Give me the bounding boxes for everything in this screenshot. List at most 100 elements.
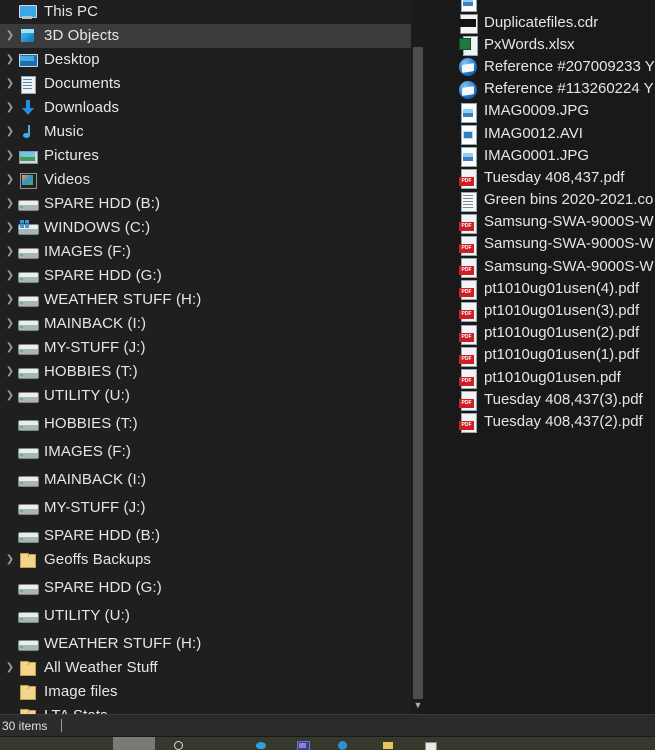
nav-item-documents[interactable]: ❯ Documents <box>0 72 411 96</box>
pdf-icon <box>459 213 477 234</box>
store-icon[interactable] <box>296 740 310 750</box>
nav-item-geoffs-backups[interactable]: ❯ Geoffs Backups <box>0 548 411 572</box>
nav-item-image-files[interactable]: ❯ Image files <box>0 680 411 704</box>
edge-icon[interactable] <box>255 740 267 750</box>
chevron-placeholder: ❯ <box>2 531 18 541</box>
file-list-row[interactable]: pt1010ug01usen(4).pdf <box>425 278 655 301</box>
nav-item-windows-c[interactable]: ❯ WINDOWS (C:) <box>0 216 411 240</box>
file-name-label: Reference #207009233 Y <box>484 57 655 75</box>
taskbar[interactable] <box>0 737 655 750</box>
documents-icon <box>18 75 38 94</box>
file-list-row[interactable]: Tuesday 408,437(2).pdf <box>425 411 655 434</box>
file-list-row[interactable]: Samsung-SWA-9000S-W <box>425 256 655 279</box>
navigation-pane[interactable]: ❯ This PC ❯ 3D Objects ❯ Desktop ❯ Documents ❯ Do… <box>0 0 411 714</box>
nav-item-downloads[interactable]: ❯ Downloads <box>0 96 411 120</box>
nav-item-label: SPARE HDD (G:) <box>44 578 162 596</box>
nav-item-spare-hdd-b[interactable]: ❯ SPARE HDD (B:) <box>0 192 411 216</box>
windows-drive-icon <box>18 219 39 237</box>
file-list-row[interactable]: Tuesday 408,437.pdf <box>425 167 655 190</box>
chevron-right-icon[interactable]: ❯ <box>2 367 18 377</box>
music-icon <box>18 123 38 141</box>
file-list-row[interactable]: Reference #113260224 Y <box>425 79 655 101</box>
pdf-icon <box>459 346 477 367</box>
nav-item-spare-hdd-b[interactable]: ❯ SPARE HDD (B:) <box>0 524 411 548</box>
chrome-icon[interactable] <box>337 740 349 750</box>
nav-item-music[interactable]: ❯ Music <box>0 120 411 144</box>
chevron-right-icon[interactable]: ❯ <box>2 391 18 401</box>
chevron-right-icon[interactable]: ❯ <box>2 555 18 565</box>
file-list-row[interactable]: IMAG0001.JPG <box>425 145 655 168</box>
file-list-pane[interactable]: Duplicatefiles.cdr PxWords.xlsx Reference … <box>425 0 655 714</box>
nav-item-all-weather-stuff[interactable]: ❯ All Weather Stuff <box>0 656 411 680</box>
file-name-label: pt1010ug01usen(3).pdf <box>484 302 640 320</box>
chevron-right-icon[interactable]: ❯ <box>2 175 18 185</box>
file-list-row[interactable]: Tuesday 408,437(3).pdf <box>425 389 655 412</box>
file-list-row[interactable]: pt1010ug01usen.pdf <box>425 367 655 389</box>
file-list-row[interactable] <box>425 0 655 12</box>
mail-icon[interactable] <box>424 740 437 750</box>
chevron-right-icon[interactable]: ❯ <box>2 79 18 89</box>
nav-item-label: IMAGES (F:) <box>44 242 131 260</box>
chevron-right-icon[interactable]: ❯ <box>2 295 18 305</box>
nav-item-my-stuff-j[interactable]: ❯ MY-STUFF (J:) <box>0 496 411 520</box>
3d-objects-icon <box>18 27 38 45</box>
file-name-label: pt1010ug01usen(1).pdf <box>484 346 640 364</box>
nav-item-weather-stuff-h[interactable]: ❯ WEATHER STUFF (H:) <box>0 288 411 312</box>
file-list-row[interactable]: pt1010ug01usen(3).pdf <box>425 300 655 323</box>
pdf-icon <box>459 258 477 279</box>
nav-item-utility-u[interactable]: ❯ UTILITY (U:) <box>0 384 411 408</box>
xlsx-icon <box>459 36 478 57</box>
chevron-right-icon[interactable]: ❯ <box>2 319 18 329</box>
file-list-row[interactable]: IMAG0009.JPG <box>425 101 655 123</box>
nav-item-this-pc[interactable]: ❯ This PC <box>0 0 411 24</box>
chevron-right-icon[interactable]: ❯ <box>2 271 18 281</box>
drive-icon <box>18 267 39 285</box>
navigation-pane-scrollbar[interactable]: ▼ <box>411 0 425 714</box>
nav-item-spare-hdd-g[interactable]: ❯ SPARE HDD (G:) <box>0 264 411 288</box>
file-list-row[interactable]: pt1010ug01usen(2).pdf <box>425 323 655 345</box>
taskbar-active-window[interactable] <box>113 737 155 750</box>
file-name-label: pt1010ug01usen(4).pdf <box>484 279 640 297</box>
nav-item-label: This PC <box>44 2 99 20</box>
nav-item-weather-stuff-h[interactable]: ❯ WEATHER STUFF (H:) <box>0 632 411 656</box>
file-list-row[interactable]: IMAG0012.AVI <box>425 123 655 145</box>
nav-item-desktop[interactable]: ❯ Desktop <box>0 48 411 72</box>
file-list-row[interactable]: Reference #207009233 Y <box>425 56 655 78</box>
chevron-right-icon[interactable]: ❯ <box>2 223 18 233</box>
folder-icon[interactable] <box>382 740 394 750</box>
chevron-right-icon[interactable]: ❯ <box>2 127 18 137</box>
chevron-right-icon[interactable]: ❯ <box>2 103 18 113</box>
nav-item-hobbies-t[interactable]: ❯ HOBBIES (T:) <box>0 412 411 436</box>
scrollbar-thumb[interactable] <box>413 47 423 699</box>
nav-item-spare-hdd-g[interactable]: ❯ SPARE HDD (G:) <box>0 576 411 600</box>
file-name-label: Samsung-SWA-9000S-W <box>484 257 654 275</box>
nav-item-label: MY-STUFF (J:) <box>44 498 146 516</box>
chevron-right-icon[interactable]: ❯ <box>2 55 18 65</box>
nav-item-mainback-i[interactable]: ❯ MAINBACK (I:) <box>0 312 411 336</box>
nav-item-lta-stats[interactable]: ❯LTA Stats <box>0 704 411 714</box>
chevron-right-icon[interactable]: ❯ <box>2 31 18 41</box>
nav-item-my-stuff-j[interactable]: ❯ MY-STUFF (J:) <box>0 336 411 360</box>
file-list-row[interactable]: Green bins 2020-2021.co <box>425 190 655 212</box>
chevron-right-icon[interactable]: ❯ <box>2 151 18 161</box>
chevron-right-icon[interactable]: ❯ <box>2 247 18 257</box>
nav-item-hobbies-t[interactable]: ❯ HOBBIES (T:) <box>0 360 411 384</box>
file-list-row[interactable]: Samsung-SWA-9000S-W <box>425 212 655 234</box>
nav-item-videos[interactable]: ❯ Videos <box>0 168 411 192</box>
chevron-right-icon[interactable]: ❯ <box>2 343 18 353</box>
pdf-icon <box>459 391 477 412</box>
search-icon[interactable] <box>172 740 184 750</box>
file-list-row[interactable]: Duplicatefiles.cdr <box>425 12 655 34</box>
chevron-right-icon[interactable]: ❯ <box>2 663 18 673</box>
nav-item-mainback-i[interactable]: ❯ MAINBACK (I:) <box>0 468 411 492</box>
nav-item-images-f[interactable]: ❯ IMAGES (F:) <box>0 240 411 264</box>
nav-item-utility-u[interactable]: ❯ UTILITY (U:) <box>0 604 411 628</box>
nav-item-images-f[interactable]: ❯ IMAGES (F:) <box>0 440 411 464</box>
chevron-right-icon[interactable]: ❯ <box>2 199 18 209</box>
nav-item-pictures[interactable]: ❯ Pictures <box>0 144 411 168</box>
scroll-down-arrow-icon[interactable]: ▼ <box>411 698 425 712</box>
file-list-row[interactable]: Samsung-SWA-9000S-W <box>425 234 655 256</box>
nav-item-3d-objects[interactable]: ❯ 3D Objects <box>0 24 411 48</box>
file-list-row[interactable]: pt1010ug01usen(1).pdf <box>425 345 655 367</box>
file-list-row[interactable]: PxWords.xlsx <box>425 34 655 57</box>
